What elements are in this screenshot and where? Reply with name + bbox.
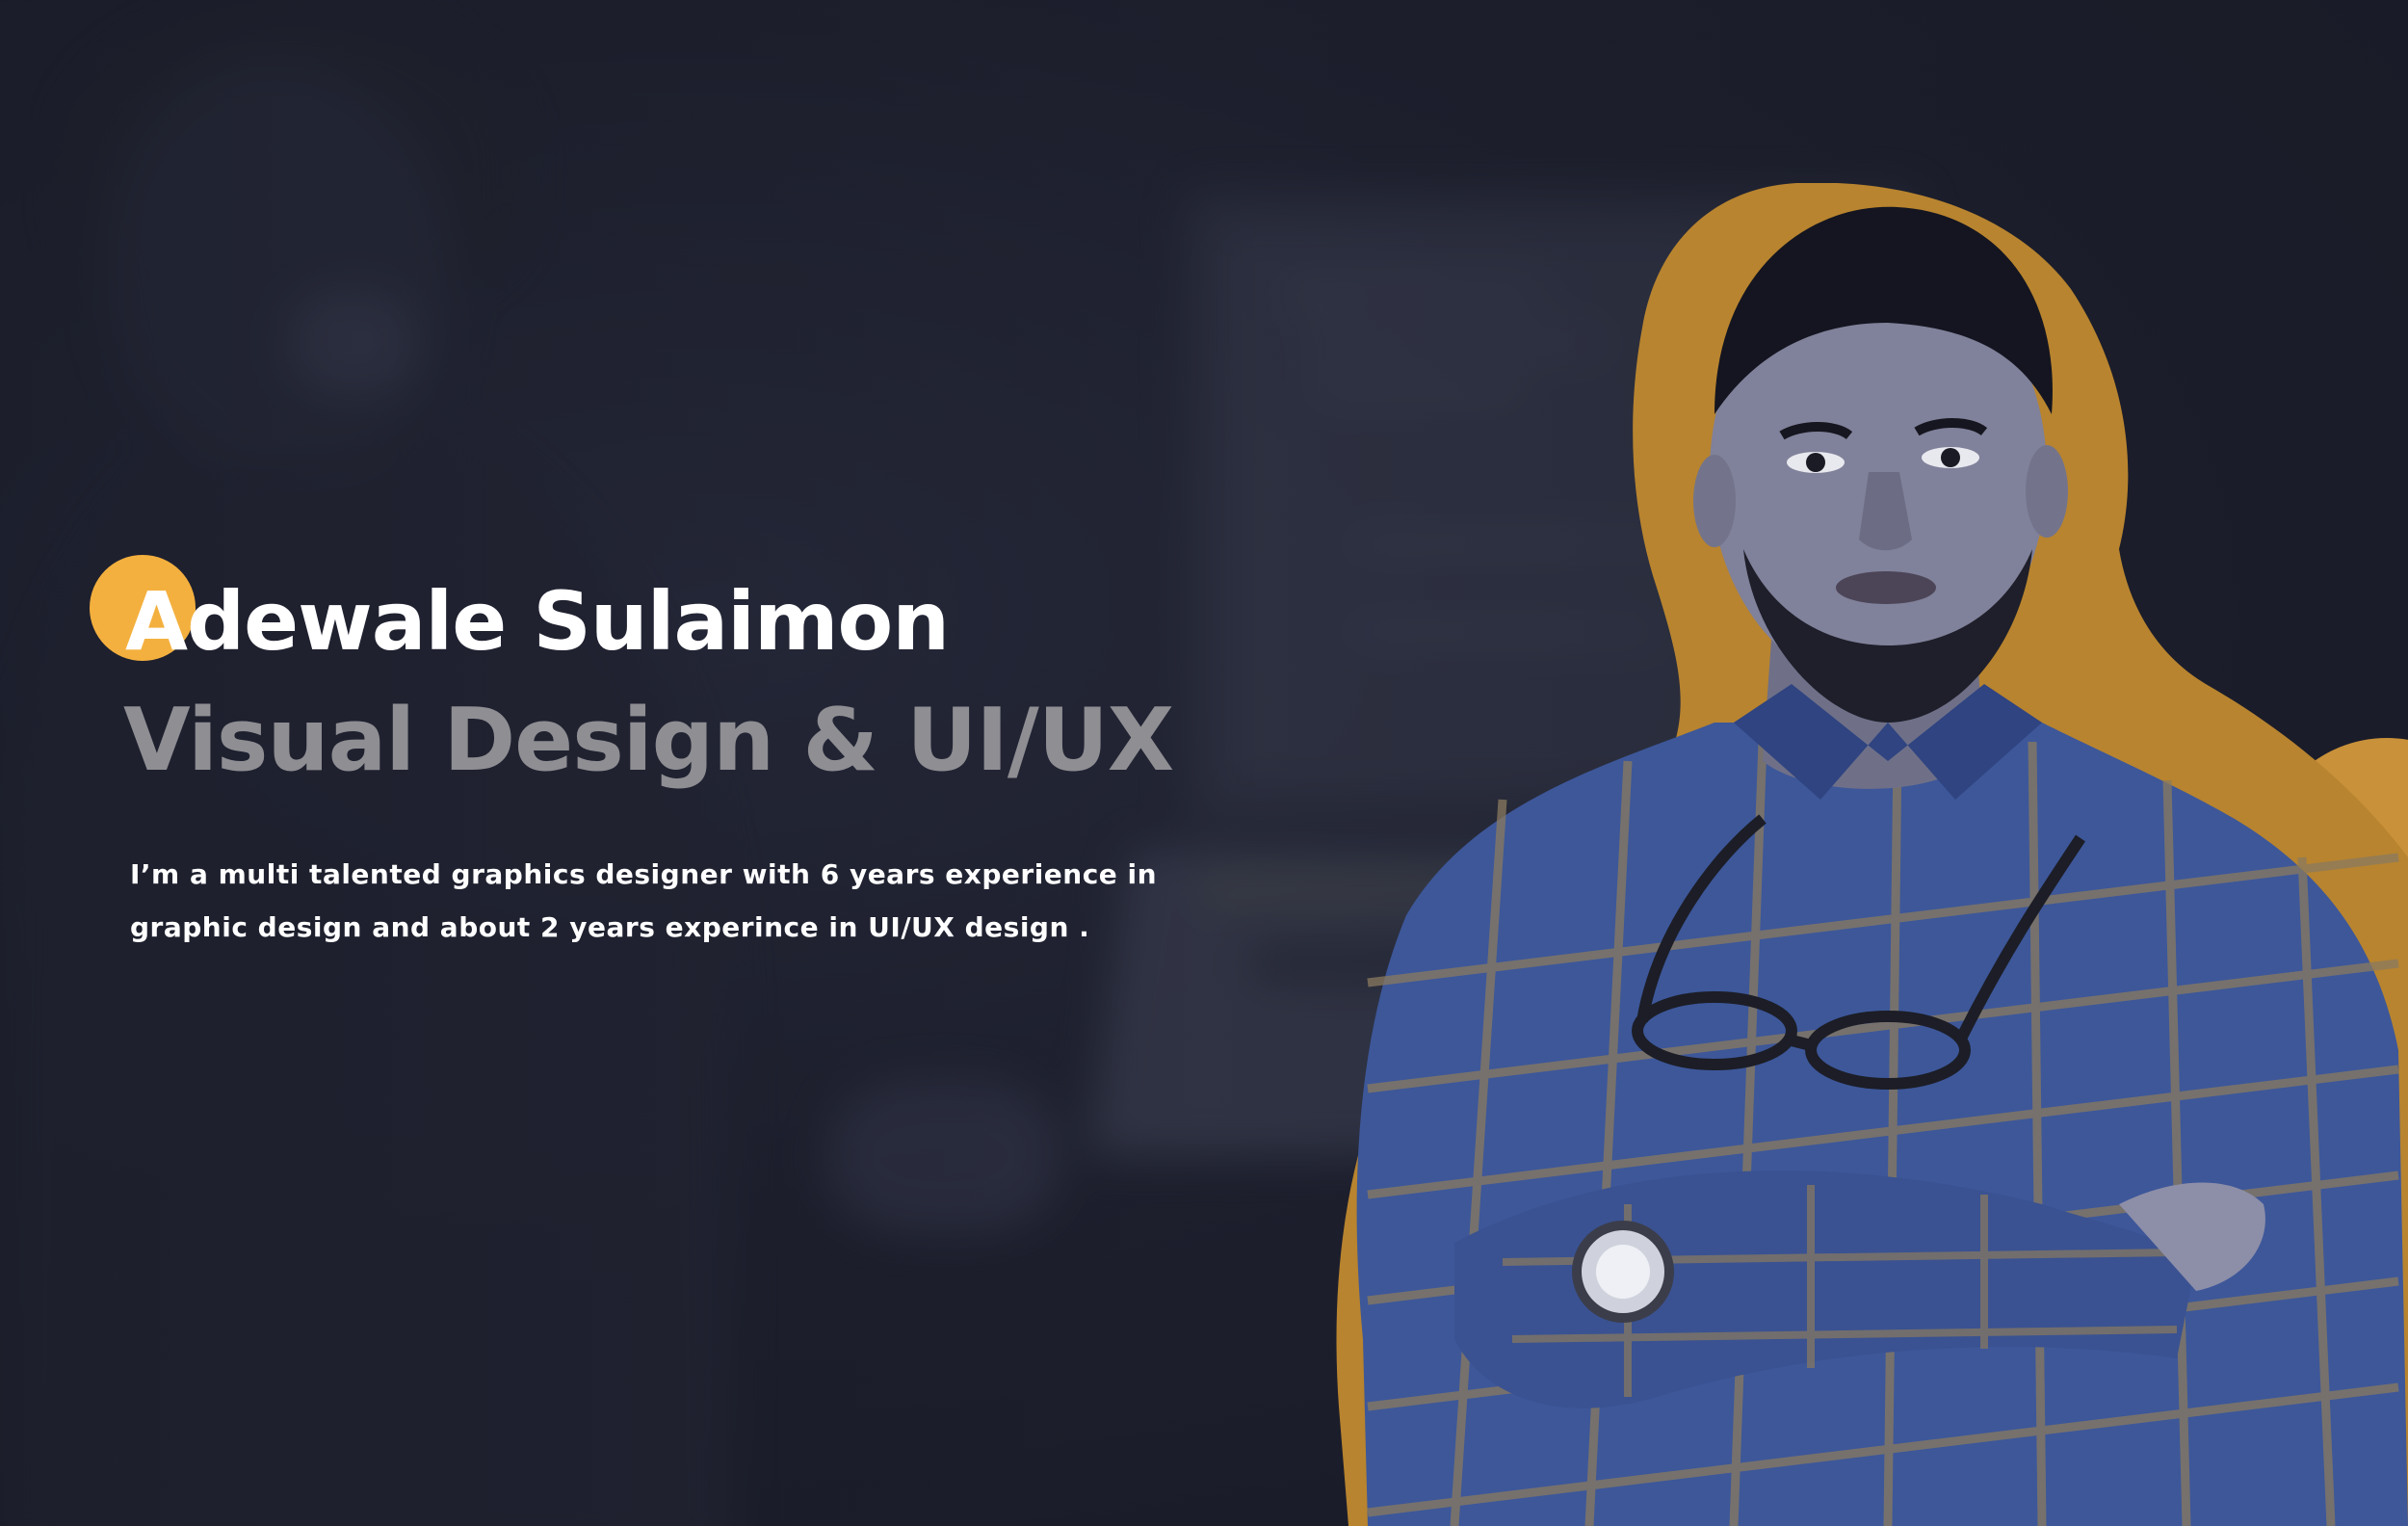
- portrait-photo: [1310, 183, 2408, 1526]
- hero-name: Adewale Sulaimon: [125, 574, 950, 669]
- hero-bio: I’m a multi talented graphics designer w…: [130, 858, 1158, 943]
- hero-role: Visual Design & UI/UX: [123, 690, 1174, 791]
- hero-section: Adewale Sulaimon Visual Design & UI/UX I…: [0, 0, 2408, 1526]
